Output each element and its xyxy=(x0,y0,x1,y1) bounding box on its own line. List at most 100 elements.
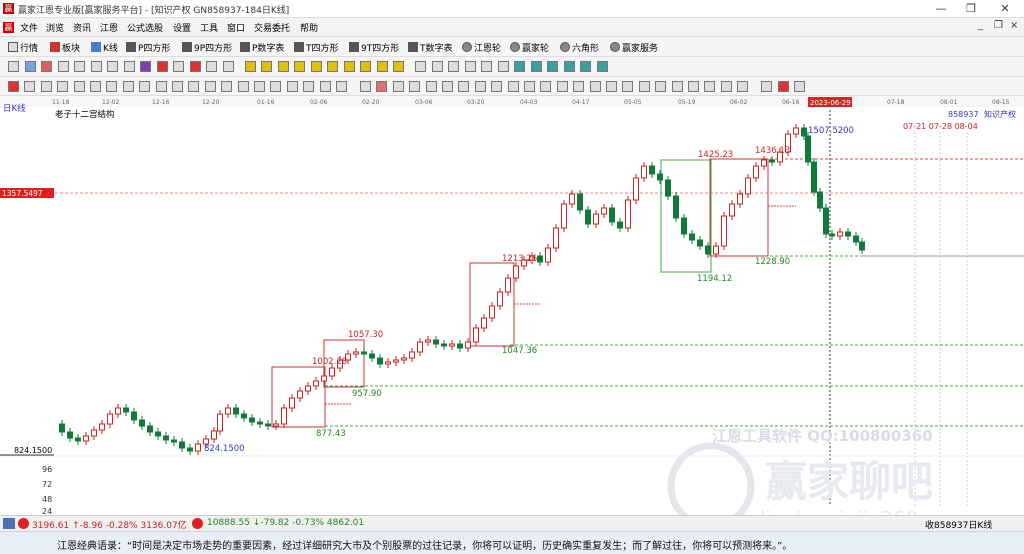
menu-grid-icon[interactable] xyxy=(3,518,15,529)
9t-square-button[interactable]: 9T四方形 xyxy=(349,41,399,54)
analysis-tool-icon[interactable] xyxy=(622,81,634,92)
draw-tool-icon[interactable] xyxy=(464,61,476,72)
draw-tool-icon[interactable] xyxy=(481,61,492,72)
menu-settings[interactable]: 设置 xyxy=(173,21,191,34)
draw-tool-icon[interactable] xyxy=(24,61,36,72)
analysis-tool-icon[interactable] xyxy=(90,81,101,92)
kline-chart[interactable]: 11-18 12-02 12-16 12-20 01-16 02-06 02-20 03-06… xyxy=(0,96,1024,515)
analysis-tool-icon[interactable] xyxy=(425,81,437,92)
draw-tool-icon[interactable] xyxy=(41,61,52,72)
draw-tool-icon[interactable] xyxy=(547,61,558,72)
draw-tool-icon[interactable] xyxy=(8,61,19,72)
analysis-tool-icon[interactable] xyxy=(392,81,404,92)
menu-formula[interactable]: 公式选股 xyxy=(127,21,163,34)
analysis-tool-icon[interactable] xyxy=(40,81,52,92)
analysis-tool-icon[interactable] xyxy=(474,81,486,92)
draw-tool-icon[interactable] xyxy=(294,61,305,72)
menu-window[interactable]: 窗口 xyxy=(227,21,245,34)
analysis-tool-icon[interactable] xyxy=(556,81,568,92)
analysis-tool-icon[interactable] xyxy=(139,81,151,92)
analysis-tool-icon[interactable] xyxy=(671,81,683,92)
draw-tool-icon[interactable] xyxy=(327,61,338,72)
draw-tool-icon[interactable] xyxy=(140,61,151,72)
draw-tool-icon[interactable] xyxy=(360,61,371,72)
draw-tool-icon[interactable] xyxy=(123,61,135,72)
analysis-tool-icon[interactable] xyxy=(794,81,805,92)
analysis-tool-icon[interactable] xyxy=(155,81,167,92)
analysis-tool-icon[interactable] xyxy=(221,81,233,92)
draw-tool-icon[interactable] xyxy=(431,61,443,72)
draw-tool-icon[interactable] xyxy=(173,61,184,72)
9p-square-button[interactable]: 9P四方形 xyxy=(182,41,232,54)
analysis-tool-icon[interactable] xyxy=(172,81,183,92)
close-button[interactable]: ✕ xyxy=(990,0,1020,17)
winner-wheel-button[interactable]: 赢家轮 xyxy=(510,41,549,54)
analysis-tool-icon[interactable] xyxy=(409,81,421,92)
draw-tool-icon[interactable] xyxy=(244,61,256,72)
sz-index[interactable]: 10888.55 ↓-79.82 -0.73% 4862.01 xyxy=(207,518,364,528)
t-table-button[interactable]: T数字表 xyxy=(408,41,453,54)
sh-index[interactable]: 3196.61 ↑-8.96 -0.28% 3136.07亿 xyxy=(32,518,187,531)
draw-tool-icon[interactable] xyxy=(497,61,509,72)
draw-tool-icon[interactable] xyxy=(415,61,426,72)
draw-tool-icon[interactable] xyxy=(156,61,168,72)
quote-button[interactable]: 行情 xyxy=(8,41,38,54)
analysis-tool-icon[interactable] xyxy=(606,81,617,92)
draw-tool-icon[interactable] xyxy=(376,61,388,72)
minimize-button[interactable]: — xyxy=(926,0,956,17)
draw-tool-icon[interactable] xyxy=(448,61,459,72)
draw-tool-icon[interactable] xyxy=(530,61,542,72)
analysis-tool-icon[interactable] xyxy=(704,81,716,92)
menu-tools[interactable]: 工具 xyxy=(200,21,218,34)
draw-tool-icon[interactable] xyxy=(57,61,69,72)
analysis-tool-icon[interactable] xyxy=(376,81,388,92)
menu-file[interactable]: 文件 xyxy=(20,21,38,34)
analysis-tool-icon[interactable] xyxy=(237,81,249,92)
menu-trade[interactable]: 交易委托 xyxy=(254,21,290,34)
menu-gann[interactable]: 江恩 xyxy=(100,21,118,34)
analysis-tool-icon[interactable] xyxy=(589,81,601,92)
analysis-tool-icon[interactable] xyxy=(491,81,503,92)
draw-tool-icon[interactable] xyxy=(310,61,322,72)
mdi-restore-button[interactable]: ❐ xyxy=(994,20,1003,31)
draw-tool-icon[interactable] xyxy=(222,61,234,72)
analysis-tool-icon[interactable] xyxy=(761,81,773,92)
draw-tool-icon[interactable] xyxy=(596,61,608,72)
analysis-tool-icon[interactable] xyxy=(8,81,19,92)
draw-tool-icon[interactable] xyxy=(393,61,404,72)
gann-wheel-button[interactable]: 江恩轮 xyxy=(462,41,501,54)
analysis-tool-icon[interactable] xyxy=(573,81,585,92)
analysis-tool-icon[interactable] xyxy=(720,81,732,92)
service-button[interactable]: 赢家服务 xyxy=(610,41,658,54)
draw-tool-icon[interactable] xyxy=(277,61,289,72)
draw-tool-icon[interactable] xyxy=(563,61,575,72)
mdi-minimize-button[interactable]: _ xyxy=(978,20,983,31)
draw-tool-icon[interactable] xyxy=(514,61,525,72)
analysis-tool-icon[interactable] xyxy=(73,81,85,92)
menu-help[interactable]: 帮助 xyxy=(300,21,318,34)
p-square-button[interactable]: P四方形 xyxy=(126,41,170,54)
analysis-tool-icon[interactable] xyxy=(270,81,282,92)
analysis-tool-icon[interactable] xyxy=(319,81,331,92)
analysis-tool-icon[interactable] xyxy=(57,81,69,92)
analysis-tool-icon[interactable] xyxy=(24,81,36,92)
analysis-tool-icon[interactable] xyxy=(507,81,519,92)
analysis-tool-icon[interactable] xyxy=(336,81,347,92)
analysis-tool-icon[interactable] xyxy=(106,81,118,92)
kline-button[interactable]: K线 xyxy=(91,41,118,54)
menu-browse[interactable]: 浏览 xyxy=(46,21,64,34)
analysis-tool-icon[interactable] xyxy=(688,81,699,92)
analysis-tool-icon[interactable] xyxy=(540,81,552,92)
t-square-button[interactable]: T四方形 xyxy=(294,41,339,54)
analysis-tool-icon[interactable] xyxy=(204,81,216,92)
analysis-tool-icon[interactable] xyxy=(737,81,749,92)
sector-button[interactable]: 板块 xyxy=(50,41,80,54)
analysis-tool-icon[interactable] xyxy=(777,81,789,92)
analysis-tool-icon[interactable] xyxy=(188,81,200,92)
analysis-tool-icon[interactable] xyxy=(286,81,298,92)
restore-button[interactable]: ❐ xyxy=(956,0,986,17)
analysis-tool-icon[interactable] xyxy=(524,81,535,92)
draw-tool-icon[interactable] xyxy=(343,61,355,72)
draw-tool-icon[interactable] xyxy=(580,61,591,72)
analysis-tool-icon[interactable] xyxy=(442,81,453,92)
